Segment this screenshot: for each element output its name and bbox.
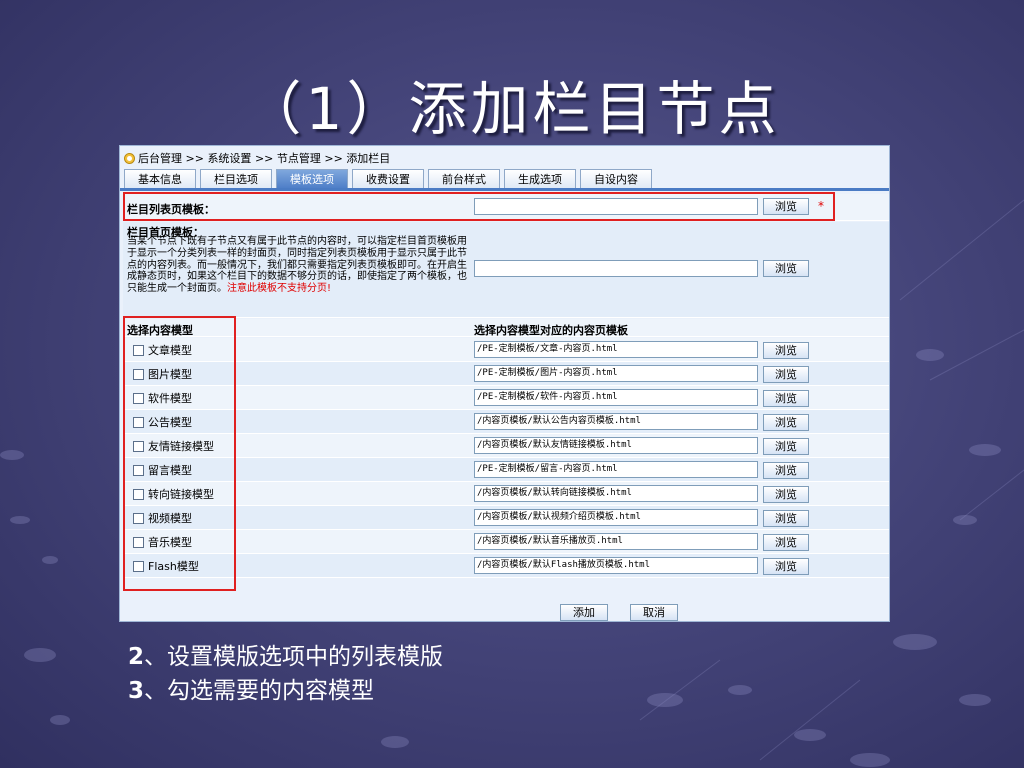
model-label: 公告模型: [148, 416, 192, 429]
bullet-item: 2、设置模版选项中的列表模版: [128, 644, 444, 670]
list-template-row: 栏目列表页模板： 浏览 *: [123, 194, 889, 221]
home-template-browse-button[interactable]: 浏览: [763, 260, 809, 277]
tab-bar: 基本信息 栏目选项 模板选项 收费设置 前台样式 生成选项 自设内容: [124, 169, 656, 188]
list-item: 友情链接模型 /内容页模板/默认友情链接模板.html 浏览: [123, 434, 889, 458]
slide-title: （1）添加栏目节点: [243, 75, 781, 143]
cancel-button[interactable]: 取消: [630, 604, 678, 621]
model-checkbox[interactable]: [133, 369, 144, 380]
tab-frontend-style[interactable]: 前台样式: [428, 169, 500, 188]
model-browse-button[interactable]: 浏览: [763, 558, 809, 575]
tab-underline: [120, 188, 889, 191]
model-checkbox[interactable]: [133, 417, 144, 428]
model-checkbox[interactable]: [133, 441, 144, 452]
home-template-input[interactable]: [474, 260, 758, 277]
home-template-warning: 注意此模板不支持分页!: [227, 283, 332, 295]
model-checkbox[interactable]: [133, 345, 144, 356]
bullet-item: 3、勾选需要的内容模型: [128, 678, 375, 704]
tab-charge-settings[interactable]: 收费设置: [352, 169, 424, 188]
model-template-input[interactable]: /PE-定制模板/图片-内容页.html: [474, 365, 758, 382]
model-template-input[interactable]: /PE-定制模板/文章-内容页.html: [474, 341, 758, 358]
list-item: 视频模型 /内容页模板/默认视频介绍页模板.html 浏览: [123, 506, 889, 530]
list-item: 软件模型 /PE-定制模板/软件-内容页.html 浏览: [123, 386, 889, 410]
model-checkbox[interactable]: [133, 465, 144, 476]
list-item: 留言模型 /PE-定制模板/留言-内容页.html 浏览: [123, 458, 889, 482]
model-label: 转向链接模型: [148, 488, 214, 501]
model-browse-button[interactable]: 浏览: [763, 534, 809, 551]
home-icon: [124, 152, 135, 164]
model-checkbox[interactable]: [133, 513, 144, 524]
model-label: 图片模型: [148, 368, 192, 381]
tab-generate-options[interactable]: 生成选项: [504, 169, 576, 188]
required-marker: *: [818, 199, 824, 213]
model-browse-button[interactable]: 浏览: [763, 390, 809, 407]
tab-column-options[interactable]: 栏目选项: [200, 169, 272, 188]
tab-basic-info[interactable]: 基本信息: [124, 169, 196, 188]
template-settings-panel: 后台管理 >> 系统设置 >> 节点管理 >> 添加栏目 基本信息 栏目选项 模…: [119, 145, 890, 622]
list-template-browse-button[interactable]: 浏览: [763, 198, 809, 215]
model-label: Flash模型: [148, 560, 199, 573]
model-label: 留言模型: [148, 464, 192, 477]
breadcrumb-item-current: 添加栏目: [346, 152, 391, 165]
content-model-header: 选择内容模型: [127, 324, 193, 337]
breadcrumb-separator: >>: [185, 151, 204, 165]
list-item: 转向链接模型 /内容页模板/默认转向链接模板.html 浏览: [123, 482, 889, 506]
model-label: 视频模型: [148, 512, 192, 525]
model-template-input[interactable]: /内容页模板/默认公告内容页模板.html: [474, 413, 758, 430]
model-label: 软件模型: [148, 392, 192, 405]
breadcrumb-item-admin[interactable]: 后台管理: [138, 150, 182, 166]
list-template-input[interactable]: [474, 198, 758, 215]
list-template-label: 栏目列表页模板：: [127, 203, 215, 216]
home-template-row: 栏目首页模板： 当某个节点下既有子节点又有属于此节点的内容时，可以指定栏目首页模…: [123, 222, 889, 318]
model-template-input[interactable]: /内容页模板/默认友情链接模板.html: [474, 437, 758, 454]
model-template-input[interactable]: /内容页模板/默认Flash播放页模板.html: [474, 557, 758, 574]
model-checkbox[interactable]: [133, 537, 144, 548]
content-template-header: 选择内容模型对应的内容页模板: [474, 324, 628, 337]
breadcrumb-separator: >>: [254, 151, 274, 165]
model-template-input[interactable]: /PE-定制模板/软件-内容页.html: [474, 389, 758, 406]
list-item: 公告模型 /内容页模板/默认公告内容页模板.html 浏览: [123, 410, 889, 434]
model-browse-button[interactable]: 浏览: [763, 486, 809, 503]
model-label: 友情链接模型: [148, 440, 214, 453]
model-template-input[interactable]: /PE-定制模板/留言-内容页.html: [474, 461, 758, 478]
content-model-header-row: 选择内容模型 选择内容模型对应的内容页模板: [123, 319, 889, 337]
home-template-description: 当某个节点下既有子节点又有属于此节点的内容时，可以指定栏目首页模板用于显示一个分…: [127, 236, 467, 295]
list-item: 文章模型 /PE-定制模板/文章-内容页.html 浏览: [123, 338, 889, 362]
model-browse-button[interactable]: 浏览: [763, 510, 809, 527]
model-checkbox[interactable]: [133, 561, 144, 572]
model-template-input[interactable]: /内容页模板/默认视频介绍页模板.html: [474, 509, 758, 526]
breadcrumb: 后台管理 >> 系统设置 >> 节点管理 >> 添加栏目: [124, 151, 390, 165]
list-item: 音乐模型 /内容页模板/默认音乐播放页.html 浏览: [123, 530, 889, 554]
model-browse-button[interactable]: 浏览: [763, 462, 809, 479]
tab-template-options[interactable]: 模板选项: [276, 169, 348, 188]
model-browse-button[interactable]: 浏览: [763, 366, 809, 383]
model-template-input[interactable]: /内容页模板/默认转向链接模板.html: [474, 485, 758, 502]
model-checkbox[interactable]: [133, 393, 144, 404]
breadcrumb-separator: >>: [324, 151, 343, 165]
breadcrumb-item-nodes[interactable]: 节点管理: [277, 150, 321, 166]
model-browse-button[interactable]: 浏览: [763, 414, 809, 431]
add-button[interactable]: 添加: [560, 604, 608, 621]
breadcrumb-item-system[interactable]: 系统设置: [207, 150, 251, 166]
list-item: 图片模型 /PE-定制模板/图片-内容页.html 浏览: [123, 362, 889, 386]
list-item: Flash模型 /内容页模板/默认Flash播放页模板.html 浏览: [123, 554, 889, 578]
slide-bullets: 2、设置模版选项中的列表模版 3、勾选需要的内容模型: [128, 640, 443, 708]
tab-custom-content[interactable]: 自设内容: [580, 169, 652, 188]
model-label: 文章模型: [148, 344, 192, 357]
model-browse-button[interactable]: 浏览: [763, 342, 809, 359]
model-label: 音乐模型: [148, 536, 192, 549]
model-template-input[interactable]: /内容页模板/默认音乐播放页.html: [474, 533, 758, 550]
model-browse-button[interactable]: 浏览: [763, 438, 809, 455]
model-checkbox[interactable]: [133, 489, 144, 500]
